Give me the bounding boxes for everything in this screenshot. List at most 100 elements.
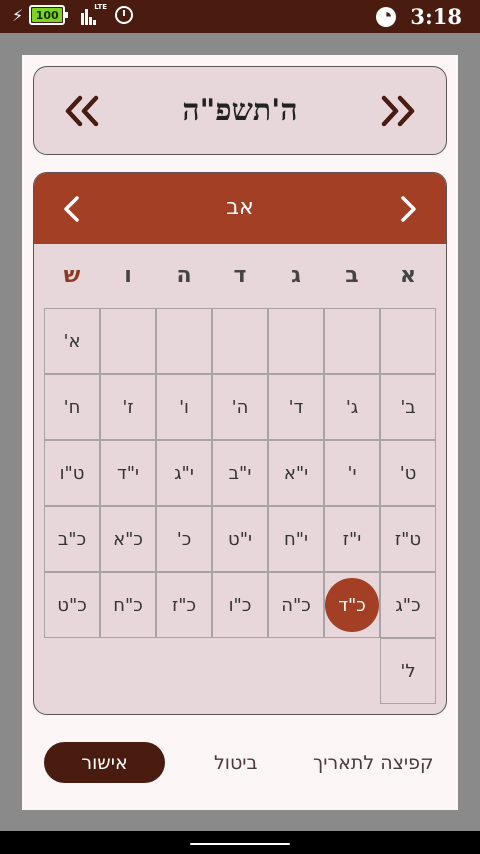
charging-icon: ⚡ bbox=[12, 5, 24, 25]
day-label: ד' bbox=[288, 396, 304, 418]
day-label: ב' bbox=[400, 396, 416, 418]
day-label: י"ב bbox=[228, 462, 252, 484]
day-cell[interactable]: י"ב bbox=[212, 440, 268, 506]
day-label: ט"ו bbox=[59, 462, 85, 484]
battery-level: 100 bbox=[32, 8, 63, 22]
day-label: ז' bbox=[122, 396, 134, 418]
day-label: ל' bbox=[400, 660, 416, 682]
day-cell[interactable]: י"ז bbox=[324, 506, 380, 572]
day-cell[interactable]: י"ד bbox=[100, 440, 156, 506]
weekday-label: ב bbox=[345, 263, 359, 288]
day-cell[interactable]: כ"ג bbox=[380, 572, 436, 638]
day-label: ה' bbox=[231, 396, 249, 418]
day-label: י"ז bbox=[342, 528, 362, 550]
day-cell[interactable]: י"ט bbox=[212, 506, 268, 572]
day-label: י"ד bbox=[116, 462, 140, 484]
double-chevron-right-icon bbox=[381, 95, 415, 127]
status-left: ⚡ 100 LTE bbox=[12, 3, 134, 25]
day-label: א' bbox=[63, 330, 81, 352]
weekday-label: ש bbox=[63, 263, 81, 288]
status-right: 3:18 bbox=[376, 4, 462, 29]
day-cell[interactable]: ח' bbox=[44, 374, 100, 440]
day-cell[interactable]: כ"ח bbox=[100, 572, 156, 638]
signal-bar bbox=[93, 20, 97, 25]
battery-tip bbox=[65, 12, 69, 18]
empty-cell bbox=[324, 308, 380, 374]
day-cell[interactable]: כ"ה bbox=[268, 572, 324, 638]
app-notification-icon bbox=[376, 6, 397, 27]
confirm-button[interactable]: אישור bbox=[44, 742, 165, 783]
clock: 3:18 bbox=[410, 4, 462, 29]
day-cell[interactable]: ט"ו bbox=[44, 440, 100, 506]
empty-cell bbox=[212, 308, 268, 374]
month-title: אב bbox=[226, 195, 254, 220]
signal-bar bbox=[85, 9, 89, 25]
battery-icon: 100 bbox=[29, 5, 69, 25]
day-cell[interactable]: ז' bbox=[100, 374, 156, 440]
weekday-header: אבגדהוש bbox=[44, 244, 436, 308]
jump-to-date-button[interactable]: קפיצה לתאריך bbox=[313, 752, 434, 774]
day-label: ו' bbox=[179, 396, 189, 418]
day-label: כ"ה bbox=[281, 594, 311, 616]
month-header: אב bbox=[34, 173, 446, 244]
day-cell[interactable]: כ"ז bbox=[156, 572, 212, 638]
signal-bar bbox=[89, 17, 93, 25]
day-cell[interactable]: ל' bbox=[380, 638, 436, 704]
day-label: כ"ג bbox=[395, 594, 421, 616]
day-label: י"ט bbox=[228, 528, 252, 550]
day-cell[interactable]: ו' bbox=[156, 374, 212, 440]
selected-day: כ"ד bbox=[325, 578, 379, 632]
next-year-button[interactable] bbox=[378, 95, 416, 127]
status-bar: ⚡ 100 LTE 3:18 bbox=[0, 0, 480, 33]
day-cell[interactable]: ט' bbox=[380, 440, 436, 506]
weekday-label: ד bbox=[233, 263, 247, 288]
day-label: י"ג bbox=[174, 462, 194, 484]
navigation-bar bbox=[0, 831, 480, 854]
day-cell[interactable]: כ"ב bbox=[44, 506, 100, 572]
year-selector: ה'תשפ"ה bbox=[33, 66, 447, 155]
network-type: LTE bbox=[94, 3, 108, 11]
day-cell[interactable]: ט"ז bbox=[380, 506, 436, 572]
day-cell[interactable]: ד' bbox=[268, 374, 324, 440]
empty-cell bbox=[100, 308, 156, 374]
day-cell[interactable]: א' bbox=[44, 308, 100, 374]
day-cell[interactable]: י"ג bbox=[156, 440, 212, 506]
day-cell[interactable]: י"א bbox=[268, 440, 324, 506]
day-label: כ"ב bbox=[57, 528, 87, 550]
day-cell[interactable]: ה' bbox=[212, 374, 268, 440]
day-cell[interactable]: ב' bbox=[380, 374, 436, 440]
day-label: י' bbox=[347, 462, 357, 484]
day-grid: א' ב' ג' ד' ה' ו' ז' ח' ט' י' י"א י"ב י"ג י"ד ט"ו ט"ז י"… bbox=[44, 308, 436, 704]
day-label: כ' bbox=[176, 528, 192, 550]
day-label: כ"ו bbox=[228, 594, 252, 616]
chevron-right-icon bbox=[401, 196, 416, 222]
weekday-label: ה bbox=[176, 263, 192, 288]
day-label: כ"ט bbox=[57, 594, 87, 616]
day-cell[interactable]: כ"ט bbox=[44, 572, 100, 638]
alarm-icon bbox=[115, 6, 134, 24]
empty-cell bbox=[268, 308, 324, 374]
month-calendar: אב אבגדהוש א' ב' ג' ד' ה' ו' ז' ח' ט' י' י"א י"ב י"ג… bbox=[33, 172, 447, 715]
empty-cell bbox=[156, 308, 212, 374]
day-label: ג' bbox=[345, 396, 359, 418]
day-label: ח' bbox=[63, 396, 81, 418]
day-cell[interactable]: י' bbox=[324, 440, 380, 506]
day-cell[interactable]: כ"א bbox=[100, 506, 156, 572]
day-label: י"ח bbox=[283, 528, 309, 550]
day-label: כ"א bbox=[113, 528, 143, 550]
day-label: כ"ז bbox=[171, 594, 197, 616]
cancel-button[interactable]: ביטול bbox=[214, 752, 258, 774]
next-month-button[interactable] bbox=[396, 195, 420, 223]
weekday-label: ו bbox=[124, 263, 132, 288]
home-handle[interactable] bbox=[190, 843, 290, 845]
day-cell[interactable]: ג' bbox=[324, 374, 380, 440]
day-label: ט' bbox=[399, 462, 417, 484]
weekday-label: ג bbox=[291, 263, 301, 288]
day-cell[interactable]: י"ח bbox=[268, 506, 324, 572]
day-cell[interactable]: כ' bbox=[156, 506, 212, 572]
weekday-label: א bbox=[399, 263, 417, 288]
signal-bar bbox=[81, 13, 85, 25]
day-cell[interactable]: כ"ד bbox=[324, 572, 380, 638]
day-label: ט"ז bbox=[394, 528, 422, 550]
day-cell[interactable]: כ"ו bbox=[212, 572, 268, 638]
